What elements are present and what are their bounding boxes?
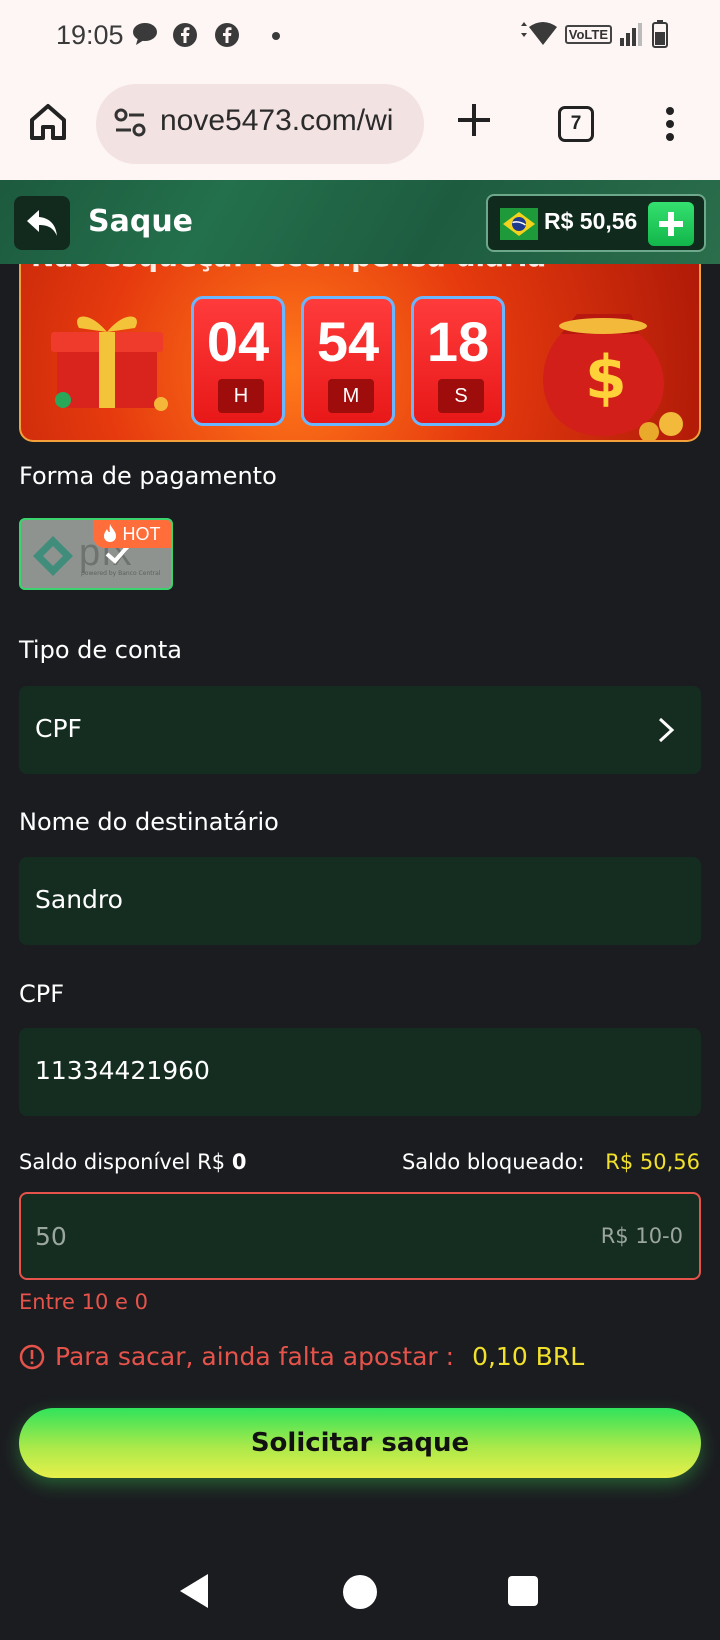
tab-switcher-button[interactable]: 7 [558,106,594,142]
home-icon[interactable] [28,102,68,142]
alert-circle-icon [19,1344,45,1369]
amount-error-text: Entre 10 e 0 [19,1290,148,1314]
recipient-name-label: Nome do destinatário [19,808,279,836]
new-tab-icon[interactable] [456,102,492,138]
facebook-icon [215,23,239,47]
cpf-label: CPF [19,980,65,1008]
flame-icon [104,524,117,542]
wager-warning-amount: 0,10 BRL [472,1342,585,1371]
brazil-flag-icon [500,208,538,240]
gift-box-image [51,316,168,411]
battery-icon [652,20,668,48]
facebook-icon [173,23,197,47]
pix-payment-option[interactable]: pix powered by Banco Central HOT [19,518,173,590]
deposit-button[interactable] [648,202,694,246]
daily-reward-banner[interactable]: Não esqueça: recompensa diária $ 04 H 54… [19,264,701,442]
browser-toolbar: nove5473.com/wi 7 [0,72,720,180]
timer-hours-value: 04 [206,310,270,373]
hot-badge: HOT [93,520,171,548]
recipient-name-field[interactable]: Sandro [19,857,701,945]
signal-icon [620,23,642,46]
wifi-icon [520,22,557,45]
balance-amount: R$ 50,56 [544,208,638,234]
reply-back-icon [27,210,57,236]
available-balance-value: 0 [231,1150,247,1174]
account-type-value: CPF [35,714,82,743]
request-withdraw-button[interactable]: Solicitar saque [19,1408,701,1478]
svg-text:$: $ [585,343,627,413]
nav-recents-icon[interactable] [508,1576,538,1606]
blocked-balance-label: Saldo bloqueado: [401,1150,585,1174]
chat-icon [133,23,157,45]
page-title: Saque [88,204,194,239]
hot-badge-label: HOT [122,524,161,544]
blocked-balance-value: R$ 50,56 [605,1150,700,1174]
amount-range-hint: R$ 10-0 [600,1224,683,1248]
timer-seconds-value: 18 [426,310,490,373]
account-type-label: Tipo de conta [19,636,182,664]
timer-hours-unit: H [218,379,264,413]
back-button[interactable] [14,196,70,250]
pix-logo-icon [33,536,73,576]
available-balance-label: Saldo disponível R$ [19,1150,226,1174]
wager-warning-text: Para sacar, ainda falta apostar : [55,1342,455,1371]
timer-seconds: 18 S [411,296,505,426]
wager-warning: Para sacar, ainda falta apostar : 0,10 B… [19,1342,584,1371]
nav-home-icon[interactable] [343,1575,377,1609]
money-bag-image: $ [543,314,683,440]
timer-seconds-unit: S [438,379,484,413]
dot-icon [272,32,280,40]
cpf-field[interactable]: 11334421960 [19,1028,701,1116]
timer-minutes-unit: M [328,379,374,413]
payment-method-label: Forma de pagamento [19,462,277,490]
blocked-balance: Saldo bloqueado: R$ 50,56 [402,1150,700,1174]
url-text: nove5473.com/wi [160,104,394,137]
timer-hours: 04 H [191,296,285,426]
plus-icon [659,212,683,236]
available-balance: Saldo disponível R$ 0 [19,1150,246,1174]
site-settings-icon[interactable] [114,108,146,138]
withdraw-amount-input[interactable] [35,1216,455,1256]
pix-subtext: powered by Banco Central [81,570,161,577]
timer-minutes-value: 54 [316,310,380,373]
timer-minutes: 54 M [301,296,395,426]
withdraw-amount-field[interactable]: R$ 10-0 [19,1192,701,1280]
system-nav-bar [0,1548,720,1640]
nav-back-icon[interactable] [178,1572,210,1610]
app-header: Saque R$ 50,56 [0,180,720,264]
balance-display: R$ 50,56 [486,194,706,252]
more-options-icon[interactable] [664,106,676,142]
chevron-right-icon [658,717,675,743]
account-type-select[interactable]: CPF [19,686,701,774]
volte-badge: VoLTE [564,24,612,44]
recipient-name-value: Sandro [35,885,123,914]
status-bar: 19:05 VoLTE [0,0,720,72]
cpf-value: 11334421960 [35,1056,210,1085]
banner-title: Não esqueça: recompensa diária [31,264,546,273]
address-bar[interactable]: nove5473.com/wi [96,84,424,164]
status-time: 19:05 [56,20,124,50]
